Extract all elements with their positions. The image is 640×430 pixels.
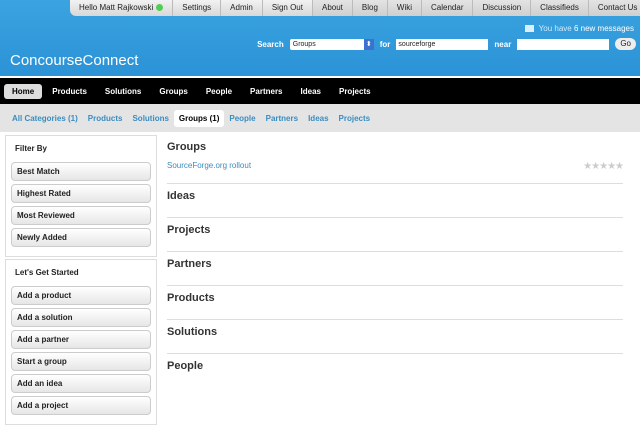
messages-notice: You have 6 new messages <box>524 24 634 33</box>
tab-solutions[interactable]: Solutions <box>127 110 173 127</box>
topbar-classifieds[interactable]: Classifieds <box>531 0 589 16</box>
nav-groups[interactable]: Groups <box>151 84 195 99</box>
greeting-text: Hello Matt Rajkowski <box>79 3 154 12</box>
filter-title: Filter By <box>15 144 48 153</box>
section-title: Projects <box>167 224 211 236</box>
get-started-title: Let's Get Started <box>15 268 79 277</box>
add-project-button[interactable]: Add a project <box>11 396 151 415</box>
section-people: People <box>167 354 623 388</box>
filter-best-match[interactable]: Best Match <box>11 162 151 181</box>
section-title: Partners <box>167 258 212 270</box>
topbar-admin[interactable]: Admin <box>221 0 263 16</box>
topbar-blog[interactable]: Blog <box>352 0 388 16</box>
section-partners: Partners <box>167 252 623 286</box>
tab-all-categories[interactable]: All Categories (1) <box>7 110 83 127</box>
star-rating-icon[interactable]: ★★★★★ <box>583 161 624 172</box>
filter-newly-added[interactable]: Newly Added <box>11 228 151 247</box>
main-nav: Home Products Solutions Groups People Pa… <box>0 78 640 104</box>
topbar-discussion[interactable]: Discussion <box>473 0 532 16</box>
topbar-about[interactable]: About <box>312 0 353 16</box>
start-group-button[interactable]: Start a group <box>11 352 151 371</box>
header: Hello Matt Rajkowski Settings Admin Sign… <box>0 0 640 76</box>
results: Groups SourceForge.org rollout ★★★★★ Ide… <box>167 135 624 388</box>
section-title: Groups <box>167 141 207 153</box>
tab-people[interactable]: People <box>224 110 260 127</box>
nav-people[interactable]: People <box>198 84 240 99</box>
result-link[interactable]: SourceForge.org rollout <box>167 161 251 172</box>
section-products: Products <box>167 286 623 320</box>
near-label: near <box>494 39 512 49</box>
topbar-sign-out[interactable]: Sign Out <box>263 0 313 16</box>
section-title: Solutions <box>167 326 218 338</box>
new-messages-link[interactable]: 6 new messages <box>574 24 634 33</box>
section-ideas: Ideas <box>167 184 623 218</box>
search-label: Search <box>257 39 284 49</box>
section-title: Ideas <box>167 190 196 202</box>
messages-prefix: You have <box>538 24 572 33</box>
section-solutions: Solutions <box>167 320 623 354</box>
greeting[interactable]: Hello Matt Rajkowski <box>70 0 174 16</box>
topbar-settings[interactable]: Settings <box>173 0 222 16</box>
add-idea-button[interactable]: Add an idea <box>11 374 151 393</box>
search-category-select[interactable]: Groups <box>289 38 374 50</box>
online-status-icon <box>156 4 164 11</box>
for-label: for <box>379 39 391 49</box>
search-input[interactable]: sourceforge <box>396 38 489 50</box>
filter-highest-rated[interactable]: Highest Rated <box>11 184 151 203</box>
nav-products[interactable]: Products <box>44 84 95 99</box>
nav-solutions[interactable]: Solutions <box>97 84 149 99</box>
section-projects: Projects <box>167 218 623 252</box>
logo[interactable]: ConcourseConnect <box>10 52 138 69</box>
filter-box: Filter By Best Match Highest Rated Most … <box>5 135 157 257</box>
section-title: Products <box>167 292 215 304</box>
add-solution-button[interactable]: Add a solution <box>11 308 151 327</box>
tab-groups[interactable]: Groups (1) <box>173 109 225 127</box>
tab-products[interactable]: Products <box>83 110 128 127</box>
topbar-contact-us[interactable]: Contact Us <box>588 0 640 16</box>
add-partner-button[interactable]: Add a partner <box>11 330 151 349</box>
nav-partners[interactable]: Partners <box>242 84 290 99</box>
search-bar: Search Groups for sourceforge near Go <box>257 38 636 50</box>
tab-projects[interactable]: Projects <box>334 110 376 127</box>
topbar-calendar[interactable]: Calendar <box>422 0 474 16</box>
add-product-button[interactable]: Add a product <box>11 286 151 305</box>
section-groups: Groups SourceForge.org rollout ★★★★★ <box>167 135 624 184</box>
filter-most-reviewed[interactable]: Most Reviewed <box>11 206 151 225</box>
nav-projects[interactable]: Projects <box>331 84 379 99</box>
envelope-icon <box>524 25 534 32</box>
go-button[interactable]: Go <box>615 38 636 50</box>
tab-partners[interactable]: Partners <box>261 110 303 127</box>
nav-home[interactable]: Home <box>4 83 43 99</box>
result-item: SourceForge.org rollout ★★★★★ <box>167 161 624 172</box>
section-title: People <box>167 360 204 372</box>
tab-ideas[interactable]: Ideas <box>303 110 333 127</box>
category-tabs: All Categories (1) Products Solutions Gr… <box>0 104 640 132</box>
nav-ideas[interactable]: Ideas <box>293 84 329 99</box>
topbar-wiki[interactable]: Wiki <box>387 0 423 16</box>
near-input[interactable] <box>517 38 610 50</box>
get-started-box: Let's Get Started Add a product Add a so… <box>5 259 157 425</box>
top-bar: Hello Matt Rajkowski Settings Admin Sign… <box>70 0 640 16</box>
